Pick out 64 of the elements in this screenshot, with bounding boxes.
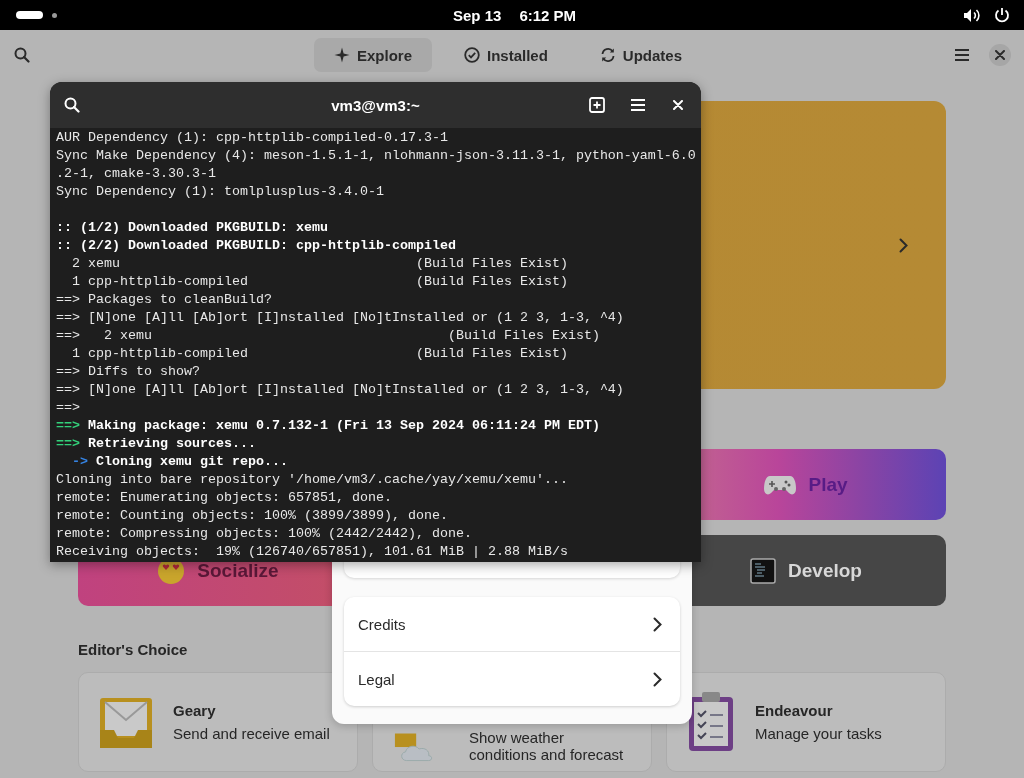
volume-icon[interactable]	[963, 7, 980, 23]
terminal-line: ==> Diffs to show?	[56, 363, 201, 381]
terminal-line: 1 cpp-httplib-compiled (Build Files Exist)	[71, 273, 569, 291]
terminal-line: Making package: xemu 0.7.132-1 (Fri 13 Sep 2024 06:11:24 PM EDT)	[88, 418, 600, 433]
refresh-icon	[599, 47, 616, 63]
terminal-line: 2 xemu (Build Files Exist)	[71, 255, 569, 273]
dialog-list-item[interactable]: Legal	[344, 651, 680, 706]
chevron-right-icon	[899, 237, 908, 253]
app-description: Manage your tasks	[755, 725, 882, 742]
new-tab-button[interactable]	[589, 97, 605, 113]
app-card[interactable]: Geary Send and receive email	[78, 672, 358, 772]
view-tab[interactable]: Explore	[313, 38, 432, 72]
arrow-prefix: ==>	[56, 436, 80, 451]
close-button[interactable]	[989, 44, 1011, 66]
close-icon	[673, 100, 683, 110]
app-name: Endeavour	[755, 702, 834, 719]
list-item-label: Credits	[358, 615, 406, 633]
clock-time[interactable]: 6:12 PM	[519, 6, 577, 24]
terminal-line: .2-1, cmake-3.30.3-1	[56, 165, 217, 183]
terminal-line: :: (1/2) Downloaded PKGBUILD: xemu	[56, 219, 329, 237]
section-heading: Editor's Choice	[78, 640, 189, 660]
terminal-line: ==> [N]one [A]ll [Ab]ort [I]nstalled [No]tInstalled or (1 2 3, 1-3, ^4)	[56, 381, 625, 399]
terminal-line: Sync Dependency (1): tomlplusplus-3.4.0-1	[56, 183, 385, 201]
app-card[interactable]: Endeavour Manage your tasks	[666, 672, 946, 772]
menu-icon	[630, 98, 646, 112]
activities-indicator[interactable]	[16, 11, 43, 19]
app-name: Geary	[173, 702, 217, 719]
terminal-line: Cloning xemu git repo...	[96, 454, 288, 469]
clipboard-checklist-icon	[687, 691, 735, 753]
workspace-dot[interactable]	[52, 12, 57, 18]
terminal-line: remote: Counting objects: 100% (3899/3899), done.	[56, 507, 449, 525]
terminal-line: ==> 2 xemu (Build Files Exist)	[56, 327, 601, 345]
new-tab-icon	[589, 97, 605, 113]
chevron-right-icon	[653, 671, 662, 687]
terminal-icon	[750, 557, 777, 584]
terminal-line: Sync Make Dependency (4): meson-1.5.1-1, nlohmann-json-3.11.3-1, python-yaml-6.0	[56, 147, 695, 165]
close-icon	[995, 50, 1005, 60]
power-icon[interactable]	[994, 7, 1010, 23]
terminal-line: ==>	[56, 399, 81, 417]
terminal-line: 1 cpp-httplib-compiled (Build Files Exist)	[71, 345, 569, 363]
app-description: Send and receive email	[173, 725, 330, 742]
menu-icon	[954, 48, 970, 62]
check-circle-icon	[464, 47, 480, 63]
terminal-line: ==> [N]one [A]ll [Ab]ort [I]nstalled [No]tInstalled or (1 2 3, 1-3, ^4)	[56, 309, 625, 327]
window-title: vm3@vm3:~	[331, 96, 420, 114]
terminal-line: ==> Packages to cleanBuild?	[56, 291, 273, 309]
terminal-line: AUR Dependency (1): cpp-httplib-compiled-0.17.3-1	[56, 129, 449, 147]
menu-button[interactable]	[630, 98, 646, 112]
app-description: Show weather conditions and forecast	[469, 729, 625, 763]
arrow-prefix: ->	[71, 454, 88, 469]
chevron-right-icon	[653, 616, 662, 632]
list-item-label: Legal	[358, 670, 395, 688]
terminal-line: Retrieving sources...	[88, 436, 256, 451]
arrow-prefix: ==>	[56, 418, 80, 433]
search-icon	[14, 47, 30, 63]
terminal-line: :: (2/2) Downloaded PKGBUILD: cpp-httplib-compiled	[56, 237, 457, 255]
terminal-line: Cloning into bare repository '/home/vm3/.cache/yay/xemu/xemu'...	[56, 471, 569, 489]
search-button[interactable]	[64, 97, 80, 113]
clock-date[interactable]: Sep 13	[453, 6, 502, 24]
sparkle-icon	[333, 47, 350, 63]
terminal-line: remote: Enumerating objects: 657851, done.	[56, 489, 393, 507]
view-tab[interactable]: Updates	[579, 38, 703, 72]
search-icon	[64, 97, 80, 113]
view-tab[interactable]: Installed	[444, 38, 568, 72]
